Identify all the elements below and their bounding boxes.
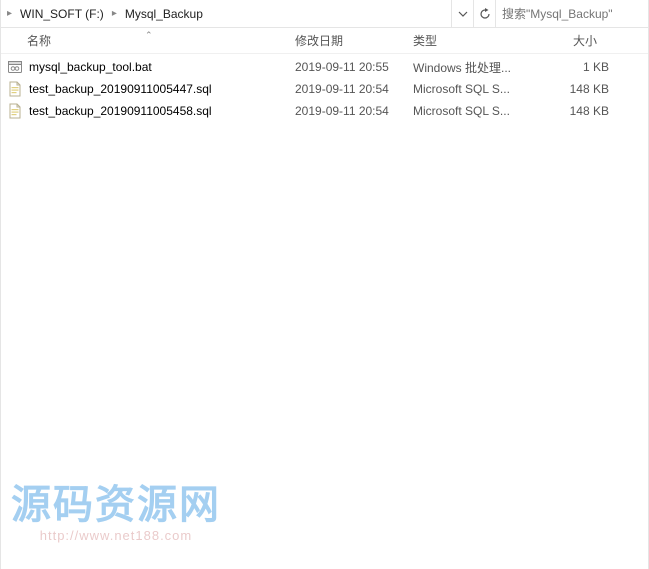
chevron-right-icon[interactable]: ▸	[110, 0, 119, 27]
watermark-title: 源码资源网	[11, 472, 221, 530]
file-size: 148 KB	[527, 104, 615, 118]
column-header-type[interactable]: 类型	[407, 32, 527, 49]
search-box[interactable]	[495, 0, 648, 27]
file-row[interactable]: test_backup_20190911005458.sql 2019-09-1…	[1, 100, 648, 122]
file-size: 148 KB	[527, 82, 615, 96]
file-type: Microsoft SQL S...	[407, 82, 527, 96]
column-header-date[interactable]: 修改日期	[289, 32, 407, 49]
search-input[interactable]	[502, 7, 642, 21]
watermark-url: http://www.net188.com	[11, 528, 221, 543]
column-header-size[interactable]: 大小	[527, 32, 615, 49]
bat-file-icon	[7, 59, 23, 75]
sql-file-icon	[7, 103, 23, 119]
file-name: mysql_backup_tool.bat	[29, 60, 152, 74]
file-date: 2019-09-11 20:54	[289, 104, 407, 118]
file-date: 2019-09-11 20:55	[289, 60, 407, 74]
sort-indicator-icon: ⌃	[145, 30, 153, 41]
file-name: test_backup_20190911005458.sql	[29, 104, 212, 118]
chevron-right-icon[interactable]: ▸	[5, 0, 14, 27]
breadcrumb: ▸ WIN_SOFT (F:) ▸ Mysql_Backup	[1, 0, 451, 27]
refresh-button[interactable]	[473, 0, 495, 27]
address-dropdown-button[interactable]	[451, 0, 473, 27]
file-type: Windows 批处理...	[407, 59, 527, 76]
sql-file-icon	[7, 81, 23, 97]
watermark: 源码资源网 http://www.net188.com	[11, 472, 221, 543]
column-headers: ⌃ 名称 修改日期 类型 大小	[1, 28, 648, 54]
breadcrumb-item-folder[interactable]: Mysql_Backup	[119, 0, 209, 27]
file-list: mysql_backup_tool.bat 2019-09-11 20:55 W…	[1, 54, 648, 122]
file-date: 2019-09-11 20:54	[289, 82, 407, 96]
file-size: 1 KB	[527, 60, 615, 74]
address-bar: ▸ WIN_SOFT (F:) ▸ Mysql_Backup	[1, 0, 648, 28]
file-name: test_backup_20190911005447.sql	[29, 82, 212, 96]
file-row[interactable]: mysql_backup_tool.bat 2019-09-11 20:55 W…	[1, 56, 648, 78]
file-type: Microsoft SQL S...	[407, 104, 527, 118]
file-row[interactable]: test_backup_20190911005447.sql 2019-09-1…	[1, 78, 648, 100]
breadcrumb-item-drive[interactable]: WIN_SOFT (F:)	[14, 0, 110, 27]
